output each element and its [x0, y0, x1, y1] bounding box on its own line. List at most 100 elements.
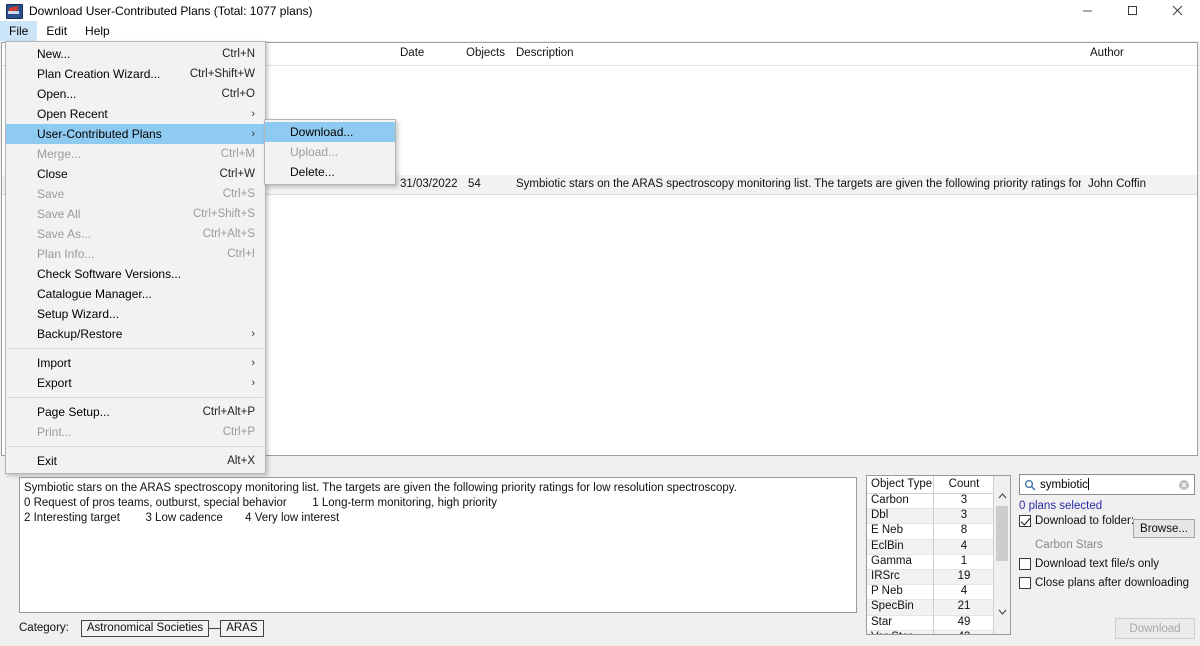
- menu-item-label: Upload...: [290, 145, 339, 159]
- menu-item-label: Setup Wizard...: [37, 307, 120, 321]
- chevron-down-icon[interactable]: [994, 604, 1010, 620]
- object-table-row[interactable]: Carbon 3: [867, 494, 1010, 510]
- category-chip-secondary[interactable]: ARAS: [220, 619, 264, 637]
- menu-item-label: Open Recent: [37, 107, 108, 121]
- close-button[interactable]: [1155, 0, 1200, 21]
- file-menu-item-backup-restore[interactable]: Backup/Restore ›: [6, 324, 265, 344]
- download-text-file-only-checkbox[interactable]: [1019, 558, 1031, 570]
- browse-button[interactable]: Browse...: [1133, 519, 1195, 538]
- menubar-item-edit[interactable]: Edit: [37, 21, 76, 41]
- title-bar: Download User-Contributed Plans (Total: …: [0, 0, 1200, 21]
- menu-item-label: Open...: [37, 87, 77, 101]
- selected-folder-name: Carbon Stars: [1035, 539, 1103, 551]
- object-table-row[interactable]: EclBin 4: [867, 539, 1010, 555]
- close-plans-row[interactable]: Close plans after downloading: [1019, 577, 1195, 589]
- menubar-item-file[interactable]: File: [0, 21, 38, 41]
- clear-circle-icon[interactable]: [1174, 479, 1194, 491]
- column-header-author[interactable]: Author: [1090, 47, 1124, 59]
- file-menu-item-page-setup[interactable]: Page Setup... Ctrl+Alt+P: [6, 402, 265, 422]
- file-menu-item-catalogue-manager[interactable]: Catalogue Manager...: [6, 284, 265, 304]
- menubar-item-label: Edit: [46, 24, 68, 38]
- object-type-name: SpecBin: [871, 600, 914, 613]
- object-type-name: EclBin: [871, 539, 904, 552]
- menu-item-shortcut: Ctrl+S: [222, 188, 255, 200]
- file-menu-item-plan-creation-wizard[interactable]: Plan Creation Wizard... Ctrl+Shift+W: [6, 64, 265, 84]
- text-file-only-row[interactable]: Download text file/s only: [1019, 558, 1195, 570]
- file-menu-item-exit[interactable]: Exit Alt+X: [6, 451, 265, 471]
- row-cell-author: John Coffin: [1088, 178, 1146, 190]
- object-table-row[interactable]: Gamma 1: [867, 555, 1010, 570]
- object-table-row[interactable]: IRSrc 19: [867, 569, 1010, 586]
- object-table-row[interactable]: Dbl 3: [867, 509, 1010, 525]
- menubar-item-help[interactable]: Help: [76, 21, 119, 41]
- file-menu-item-open-recent[interactable]: Open Recent ›: [6, 104, 265, 124]
- file-menu-item-close[interactable]: Close Ctrl+W: [6, 164, 265, 184]
- search-icon: [1020, 479, 1040, 491]
- submenu-item-download[interactable]: Download...: [265, 122, 395, 142]
- row-cell-objects: 54: [468, 178, 481, 190]
- object-type-count: 8: [960, 524, 968, 537]
- user-contributed-plans-submenu[interactable]: Download... Upload... Delete...: [264, 119, 396, 185]
- download-button[interactable]: Download: [1115, 618, 1195, 639]
- column-header-description[interactable]: Description: [516, 47, 574, 59]
- object-table-row[interactable]: Var Star43: [867, 630, 1010, 634]
- menu-item-label: Backup/Restore: [37, 327, 123, 341]
- file-menu-item-save-all: Save All Ctrl+Shift+S: [6, 204, 265, 224]
- chevron-right-icon: ›: [251, 107, 255, 120]
- maximize-button[interactable]: [1110, 0, 1155, 21]
- object-table-header-type: Object Type: [871, 478, 933, 490]
- menu-item-label: New...: [37, 47, 71, 61]
- submenu-item-delete[interactable]: Delete...: [265, 162, 395, 182]
- file-menu-popup[interactable]: New... Ctrl+N Plan Creation Wizard... Ctrl+…: [5, 41, 266, 474]
- file-menu-item-export[interactable]: Export ›: [6, 373, 265, 393]
- download-text-file-only-label: Download text file/s only: [1035, 558, 1160, 570]
- object-type-count: 3: [960, 494, 968, 506]
- scrollbar-thumb[interactable]: [996, 506, 1008, 561]
- selected-plans-count: 0 plans selected: [1019, 500, 1103, 512]
- download-to-folder-label: Download to folder:: [1035, 515, 1135, 527]
- file-menu-item-check-software-versions[interactable]: Check Software Versions...: [6, 264, 265, 284]
- minimize-button[interactable]: [1065, 0, 1110, 21]
- menu-item-label: Save As...: [37, 227, 92, 241]
- object-table-scrollbar[interactable]: [993, 476, 1010, 634]
- plan-description-box[interactable]: Symbiotic stars on the ARAS spectroscopy…: [19, 477, 857, 613]
- search-input-value: symbiotic: [1040, 479, 1088, 491]
- column-header-objects[interactable]: Objects: [466, 47, 505, 59]
- search-input[interactable]: symbiotic: [1040, 478, 1174, 491]
- chevron-right-icon: ›: [251, 356, 255, 369]
- application-window: Download User-Contributed Plans (Total: …: [0, 0, 1200, 646]
- menu-item-shortcut: Alt+X: [227, 455, 255, 467]
- category-chip-primary[interactable]: Astronomical Societies: [80, 619, 210, 637]
- file-menu-item-open[interactable]: Open... Ctrl+O: [6, 84, 265, 104]
- file-menu-item-new[interactable]: New... Ctrl+N: [6, 44, 265, 64]
- file-menu-item-import[interactable]: Import ›: [6, 353, 265, 373]
- file-menu-item-setup-wizard[interactable]: Setup Wizard...: [6, 304, 265, 324]
- menu-item-label: Plan Creation Wizard...: [37, 67, 161, 81]
- file-menu-item-plan-info: Plan Info... Ctrl+I: [6, 244, 265, 264]
- file-menu-item-user-contributed-plans[interactable]: User-Contributed Plans ›: [6, 124, 265, 144]
- object-type-name: IRSrc: [871, 569, 900, 582]
- object-table-row[interactable]: E Neb 8: [867, 524, 1010, 540]
- category-label: Category:: [19, 622, 69, 634]
- object-table-row[interactable]: SpecBin 21: [867, 600, 1010, 616]
- object-table-row[interactable]: Star 49: [867, 616, 1010, 631]
- chevron-right-icon: ›: [251, 327, 255, 340]
- download-to-folder-checkbox[interactable]: [1019, 515, 1031, 527]
- object-table-row[interactable]: P Neb 4: [867, 585, 1010, 601]
- object-type-count: 4: [960, 585, 968, 598]
- menu-separator: [8, 446, 263, 447]
- object-type-table[interactable]: Object Type Count Carbon 3 Dbl 3 E Neb 8 EclBi…: [866, 475, 1011, 635]
- search-field[interactable]: symbiotic: [1019, 474, 1195, 495]
- menu-item-label: Print...: [37, 425, 72, 439]
- column-header-date[interactable]: Date: [400, 47, 424, 59]
- chevron-up-icon[interactable]: [994, 488, 1010, 504]
- menu-item-label: Catalogue Manager...: [37, 287, 152, 301]
- category-connector: [209, 627, 221, 629]
- object-type-name: Gamma: [871, 554, 912, 567]
- object-type-count: 43: [933, 631, 995, 634]
- menu-item-label: Plan Info...: [37, 247, 95, 261]
- object-type-name: Star: [871, 615, 893, 628]
- close-plans-after-downloading-checkbox[interactable]: [1019, 577, 1031, 589]
- file-menu-item-print: Print... Ctrl+P: [6, 422, 265, 442]
- menu-item-label: Page Setup...: [37, 405, 110, 419]
